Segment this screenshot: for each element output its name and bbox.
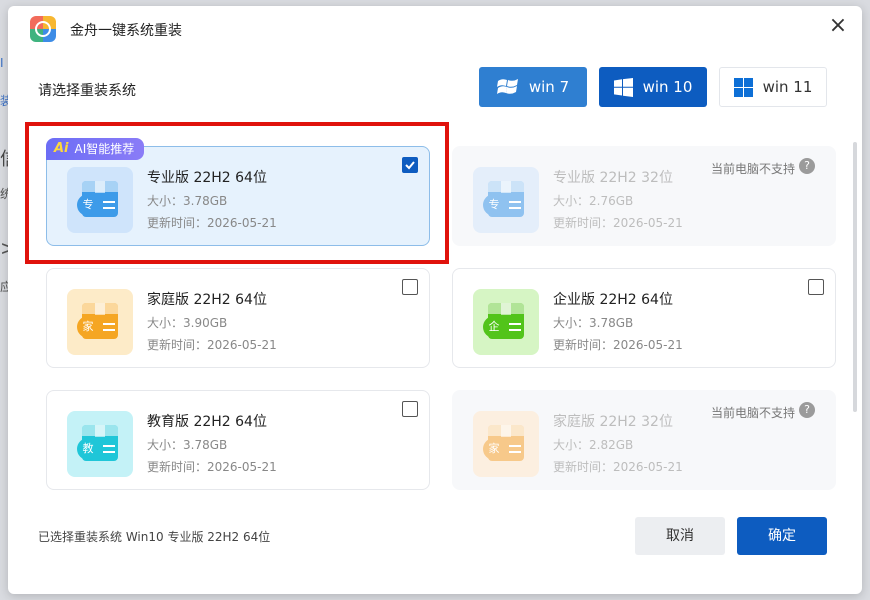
ai-sparkle-icon: Ai <box>54 141 69 156</box>
edition-badge: 家 <box>483 438 505 460</box>
system-size: 大小：3.78GB <box>553 316 634 330</box>
edition-badge: 专 <box>77 194 99 216</box>
ai-recommend-label: AI智能推荐 <box>74 142 135 156</box>
help-icon[interactable]: ? <box>799 402 815 418</box>
select-checkbox[interactable] <box>402 401 418 417</box>
system-card-education-64[interactable]: 教 教育版 22H2 64位 大小：3.78GB 更新时间：2026-05-21 <box>46 390 430 490</box>
system-card-enterprise-64[interactable]: 企 企业版 22H2 64位 大小：3.78GB 更新时间：2026-05-21 <box>452 268 836 368</box>
unsupported-note: 当前电脑不支持 <box>710 162 795 176</box>
system-size: 大小：2.82GB <box>553 438 634 452</box>
system-name: 家庭版 22H2 32位 <box>553 414 673 430</box>
close-icon: × <box>828 13 848 38</box>
package-icon: 企 <box>473 289 539 355</box>
app-logo-icon <box>30 16 56 42</box>
title-bar: 金舟一键系统重装 × <box>8 6 862 50</box>
system-size: 大小：3.90GB <box>147 316 228 330</box>
tab-win11-label: win 11 <box>762 78 813 96</box>
package-icon: 家 <box>67 289 133 355</box>
system-size: 大小：3.78GB <box>147 438 228 452</box>
windows-10-icon <box>613 77 633 97</box>
background-fragment: I <box>0 56 4 70</box>
tab-win7[interactable]: win 7 <box>479 67 587 107</box>
reinstall-dialog: 金舟一键系统重装 × 请选择重装系统 win 7 win 10 win 11 A… <box>8 6 862 594</box>
system-name: 企业版 22H2 64位 <box>553 292 673 308</box>
confirm-button[interactable]: 确定 <box>737 517 827 555</box>
checkmark-icon <box>405 161 415 170</box>
system-name: 专业版 22H2 64位 <box>147 170 267 186</box>
edition-badge: 企 <box>483 316 505 338</box>
unsupported-note: 当前电脑不支持 <box>710 406 795 420</box>
system-size: 大小：2.76GB <box>553 194 634 208</box>
system-name: 专业版 22H2 32位 <box>553 170 673 186</box>
cancel-button[interactable]: 取消 <box>635 517 725 555</box>
system-name: 家庭版 22H2 64位 <box>147 292 267 308</box>
select-checkbox[interactable] <box>402 157 418 173</box>
package-icon: 专 <box>473 167 539 233</box>
close-button[interactable]: × <box>826 15 850 39</box>
system-card-pro-64[interactable]: 专 专业版 22H2 64位 大小：3.78GB 更新时间：2026-05-21 <box>46 146 430 246</box>
select-checkbox[interactable] <box>402 279 418 295</box>
tab-win10[interactable]: win 10 <box>599 67 707 107</box>
edition-badge: 教 <box>77 438 99 460</box>
scrollbar[interactable] <box>853 142 857 412</box>
package-icon: 专 <box>67 167 133 233</box>
package-icon: 家 <box>473 411 539 477</box>
app-title: 金舟一键系统重装 <box>70 23 182 39</box>
selected-system-summary: 已选择重装系统 Win10 专业版 22H2 64位 <box>38 530 271 544</box>
help-icon[interactable]: ? <box>799 158 815 174</box>
windows-7-icon <box>496 79 518 94</box>
ai-recommend-tag: Ai AI智能推荐 <box>46 138 145 160</box>
tab-win11[interactable]: win 11 <box>719 67 827 107</box>
tab-win10-label: win 10 <box>642 78 693 96</box>
system-update-date: 更新时间：2026-05-21 <box>553 460 683 474</box>
system-update-date: 更新时间：2026-05-21 <box>147 460 277 474</box>
system-size: 大小：3.78GB <box>147 194 228 208</box>
edition-badge: 专 <box>483 194 505 216</box>
system-card-home-64[interactable]: 家 家庭版 22H2 64位 大小：3.90GB 更新时间：2026-05-21 <box>46 268 430 368</box>
system-update-date: 更新时间：2026-05-21 <box>553 216 683 230</box>
edition-badge: 家 <box>77 316 99 338</box>
system-update-date: 更新时间：2026-05-21 <box>553 338 683 352</box>
section-title: 请选择重装系统 <box>38 83 136 99</box>
system-name: 教育版 22H2 64位 <box>147 414 267 430</box>
system-card-pro-32: 专 专业版 22H2 32位 大小：2.76GB 更新时间：2026-05-21… <box>452 146 836 246</box>
package-icon: 教 <box>67 411 133 477</box>
tab-win7-label: win 7 <box>528 78 570 96</box>
system-card-home-32: 家 家庭版 22H2 32位 大小：2.82GB 更新时间：2026-05-21… <box>452 390 836 490</box>
system-update-date: 更新时间：2026-05-21 <box>147 216 277 230</box>
windows-11-icon <box>733 77 753 97</box>
system-update-date: 更新时间：2026-05-21 <box>147 338 277 352</box>
select-checkbox[interactable] <box>808 279 824 295</box>
